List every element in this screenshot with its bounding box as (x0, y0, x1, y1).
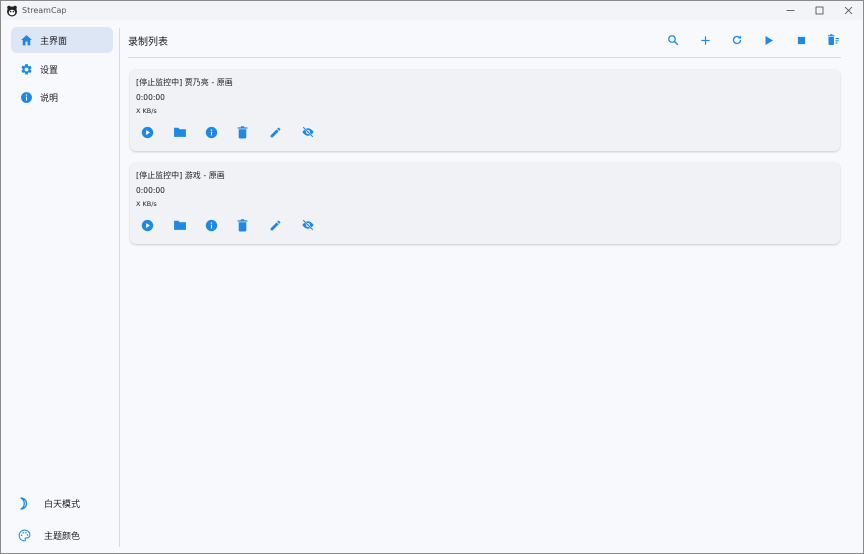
maximize-icon (815, 6, 824, 15)
delete-icon (237, 218, 248, 231)
palette-icon (17, 528, 31, 542)
recording-card: [停止监控中] 贾乃亮 - 原画 0:00:00 X KB/s (130, 69, 840, 151)
search-button[interactable] (657, 30, 689, 50)
add-button[interactable] (689, 30, 721, 50)
play-recording-button[interactable] (139, 124, 171, 140)
edit-recording-button[interactable] (267, 124, 299, 140)
info-icon (205, 126, 218, 138)
stop-icon (797, 36, 805, 44)
recording-speed: X KB/s (136, 107, 157, 115)
hide-recording-button[interactable] (299, 124, 331, 140)
play-circle-icon (141, 126, 154, 138)
app-logo-icon (7, 5, 17, 16)
refresh-icon (732, 35, 742, 45)
recording-duration: 0:00:00 (136, 93, 165, 102)
search-icon (668, 35, 679, 46)
minimize-icon (786, 10, 795, 11)
sidebar-item-home[interactable]: 主界面 (11, 27, 113, 53)
recording-info-button[interactable] (203, 124, 235, 140)
sidebar-item-settings[interactable]: 设置 (11, 56, 113, 82)
day-mode-toggle[interactable]: 白天模式 (11, 491, 113, 515)
start-all-button[interactable] (753, 30, 785, 50)
close-icon (844, 6, 853, 15)
delete-recording-button[interactable] (235, 124, 267, 140)
delete-all-button[interactable] (817, 30, 849, 50)
open-folder-button[interactable] (171, 124, 203, 140)
title-bar: StreamCap (1, 1, 863, 20)
add-icon (700, 35, 710, 45)
edit-icon (270, 127, 281, 137)
sidebar-item-label: 主界面 (40, 36, 68, 47)
sidebar-item-help[interactable]: 说明 (11, 84, 113, 110)
sidebar-item-label: 说明 (40, 93, 59, 104)
delete-sweep-icon (827, 34, 839, 45)
main-content: 录制列表 [停止监控中] 贾乃亮 - 原画 0:00:00 X KB/s [停止… (120, 20, 863, 553)
recording-actions (139, 217, 331, 233)
home-icon (19, 33, 33, 47)
window-title: StreamCap (22, 6, 67, 15)
folder-icon (174, 220, 186, 230)
play-circle-icon (141, 219, 154, 231)
sidebar-item-label: 设置 (40, 65, 59, 76)
open-folder-button[interactable] (171, 217, 203, 233)
recording-title: [停止监控中] 游戏 - 原画 (136, 171, 225, 180)
sidebar: 主界面 设置 说明 白天模式 主题颜色 (1, 20, 119, 553)
stop-all-button[interactable] (785, 30, 817, 50)
visibility-off-icon (302, 219, 314, 231)
close-button[interactable] (834, 1, 863, 20)
folder-icon (174, 127, 186, 137)
gear-icon (19, 62, 33, 76)
page-title: 录制列表 (128, 37, 168, 48)
info-icon (19, 90, 33, 104)
recording-duration: 0:00:00 (136, 186, 165, 195)
edit-icon (270, 220, 281, 230)
play-icon (765, 35, 773, 45)
recording-actions (139, 124, 331, 140)
refresh-button[interactable] (721, 30, 753, 50)
app-window: StreamCap 主界面 设置 说明 白天模式 主题颜色 录制列表 [停止监控… (0, 0, 864, 554)
info-icon (205, 219, 218, 231)
edit-recording-button[interactable] (267, 217, 299, 233)
hide-recording-button[interactable] (299, 217, 331, 233)
recording-card: [停止监控中] 游戏 - 原画 0:00:00 X KB/s (130, 162, 840, 244)
header-divider (128, 57, 841, 58)
recording-speed: X KB/s (136, 200, 157, 208)
recording-info-button[interactable] (203, 217, 235, 233)
delete-icon (237, 125, 248, 138)
visibility-off-icon (302, 126, 314, 138)
maximize-button[interactable] (805, 1, 834, 20)
minimize-button[interactable] (776, 1, 805, 20)
toolbar (657, 30, 849, 50)
moon-icon (17, 496, 31, 510)
theme-color-label: 主题颜色 (44, 531, 81, 542)
theme-color-button[interactable]: 主题颜色 (11, 523, 113, 547)
recording-title: [停止监控中] 贾乃亮 - 原画 (136, 78, 233, 87)
day-mode-label: 白天模式 (44, 499, 81, 510)
play-recording-button[interactable] (139, 217, 171, 233)
delete-recording-button[interactable] (235, 217, 267, 233)
